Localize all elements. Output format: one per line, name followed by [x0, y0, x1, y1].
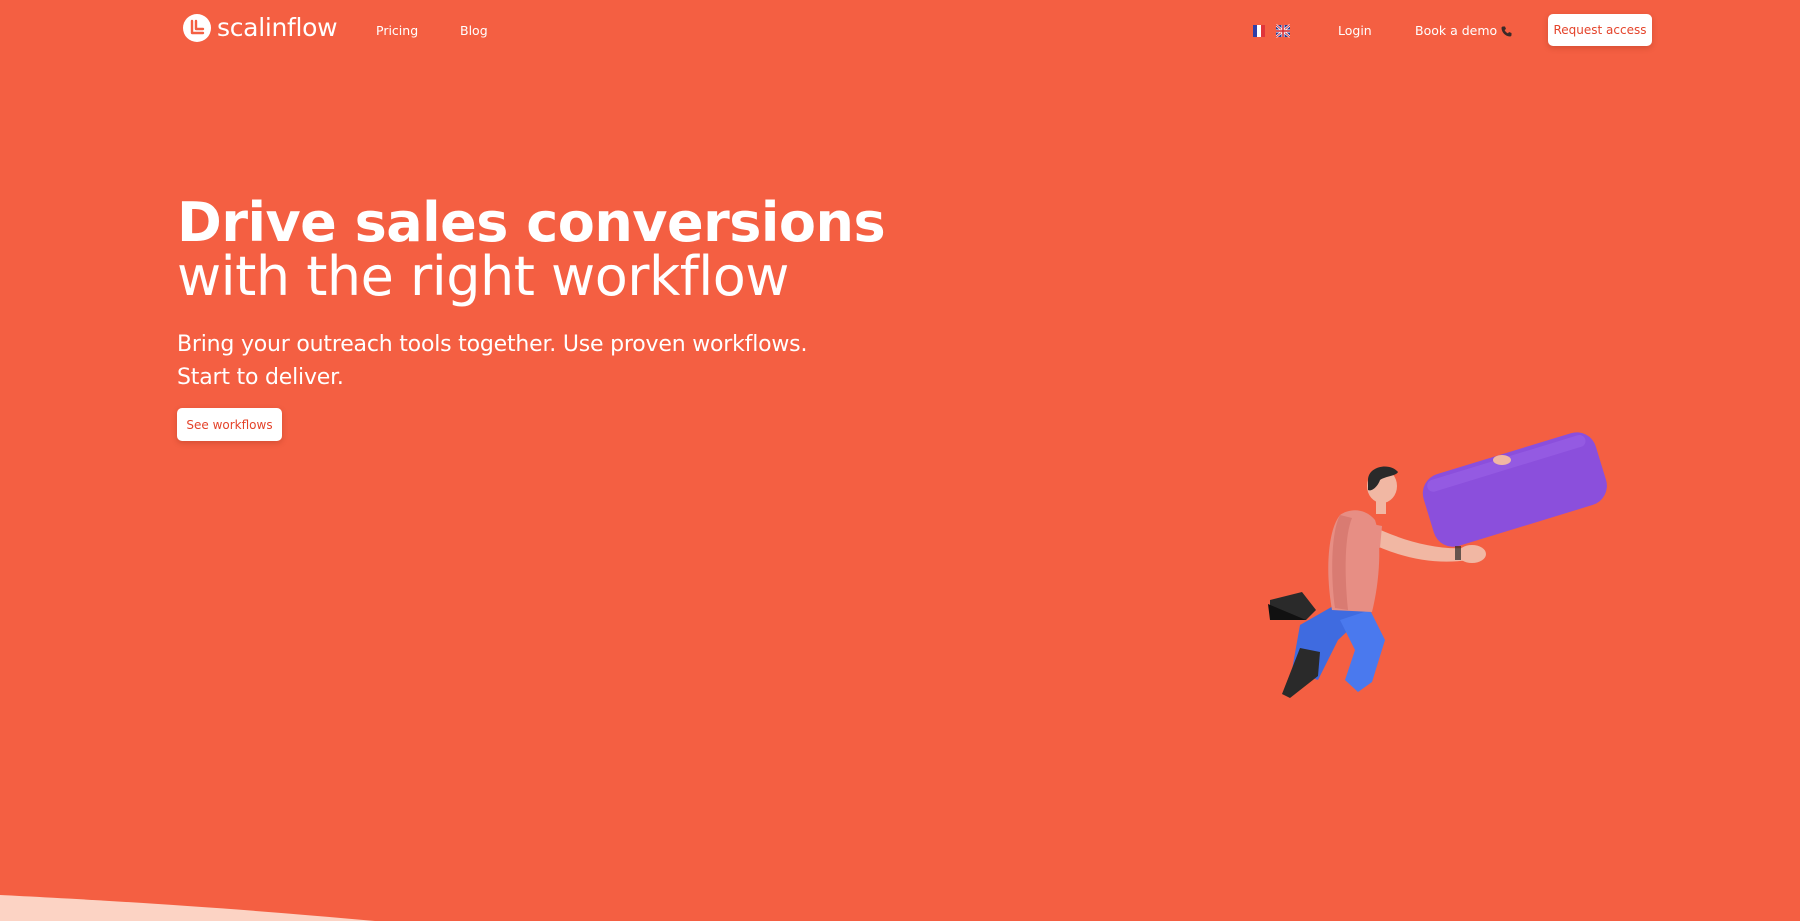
hero-subtitle-line-1: Bring your outreach tools together. Use …: [177, 332, 808, 357]
purple-bar-shape: [1422, 432, 1607, 547]
hero-title: Drive sales conversions with the right w…: [177, 191, 886, 308]
hero-subtitle-line-2: Start to deliver.: [177, 365, 344, 390]
brand-logo[interactable]: scalinflow: [183, 13, 338, 42]
hero-title-line-1: Drive sales conversions: [177, 191, 886, 254]
nav-book-demo-link[interactable]: Book a demo: [1415, 23, 1513, 39]
request-access-button[interactable]: Request access: [1548, 14, 1652, 46]
brand-name: scalinflow: [217, 13, 338, 42]
fr-flag-icon[interactable]: [1252, 24, 1266, 38]
see-workflows-button[interactable]: See workflows: [177, 408, 282, 441]
section-divider-wedge: [0, 895, 375, 921]
hero-subtitle: Bring your outreach tools together. Use …: [177, 328, 817, 394]
book-demo-label: Book a demo: [1415, 23, 1498, 38]
nav-blog-link[interactable]: Blog: [460, 23, 488, 39]
scalinflow-logo-icon: [183, 14, 211, 42]
phone-icon: [1501, 26, 1512, 36]
hero-title-line-2: with the right workflow: [177, 245, 789, 308]
gb-flag-icon[interactable]: [1276, 24, 1290, 38]
nav-login-link[interactable]: Login: [1338, 23, 1372, 39]
flying-man-illustration: [1268, 432, 1607, 698]
nav-pricing-link[interactable]: Pricing: [376, 23, 418, 39]
